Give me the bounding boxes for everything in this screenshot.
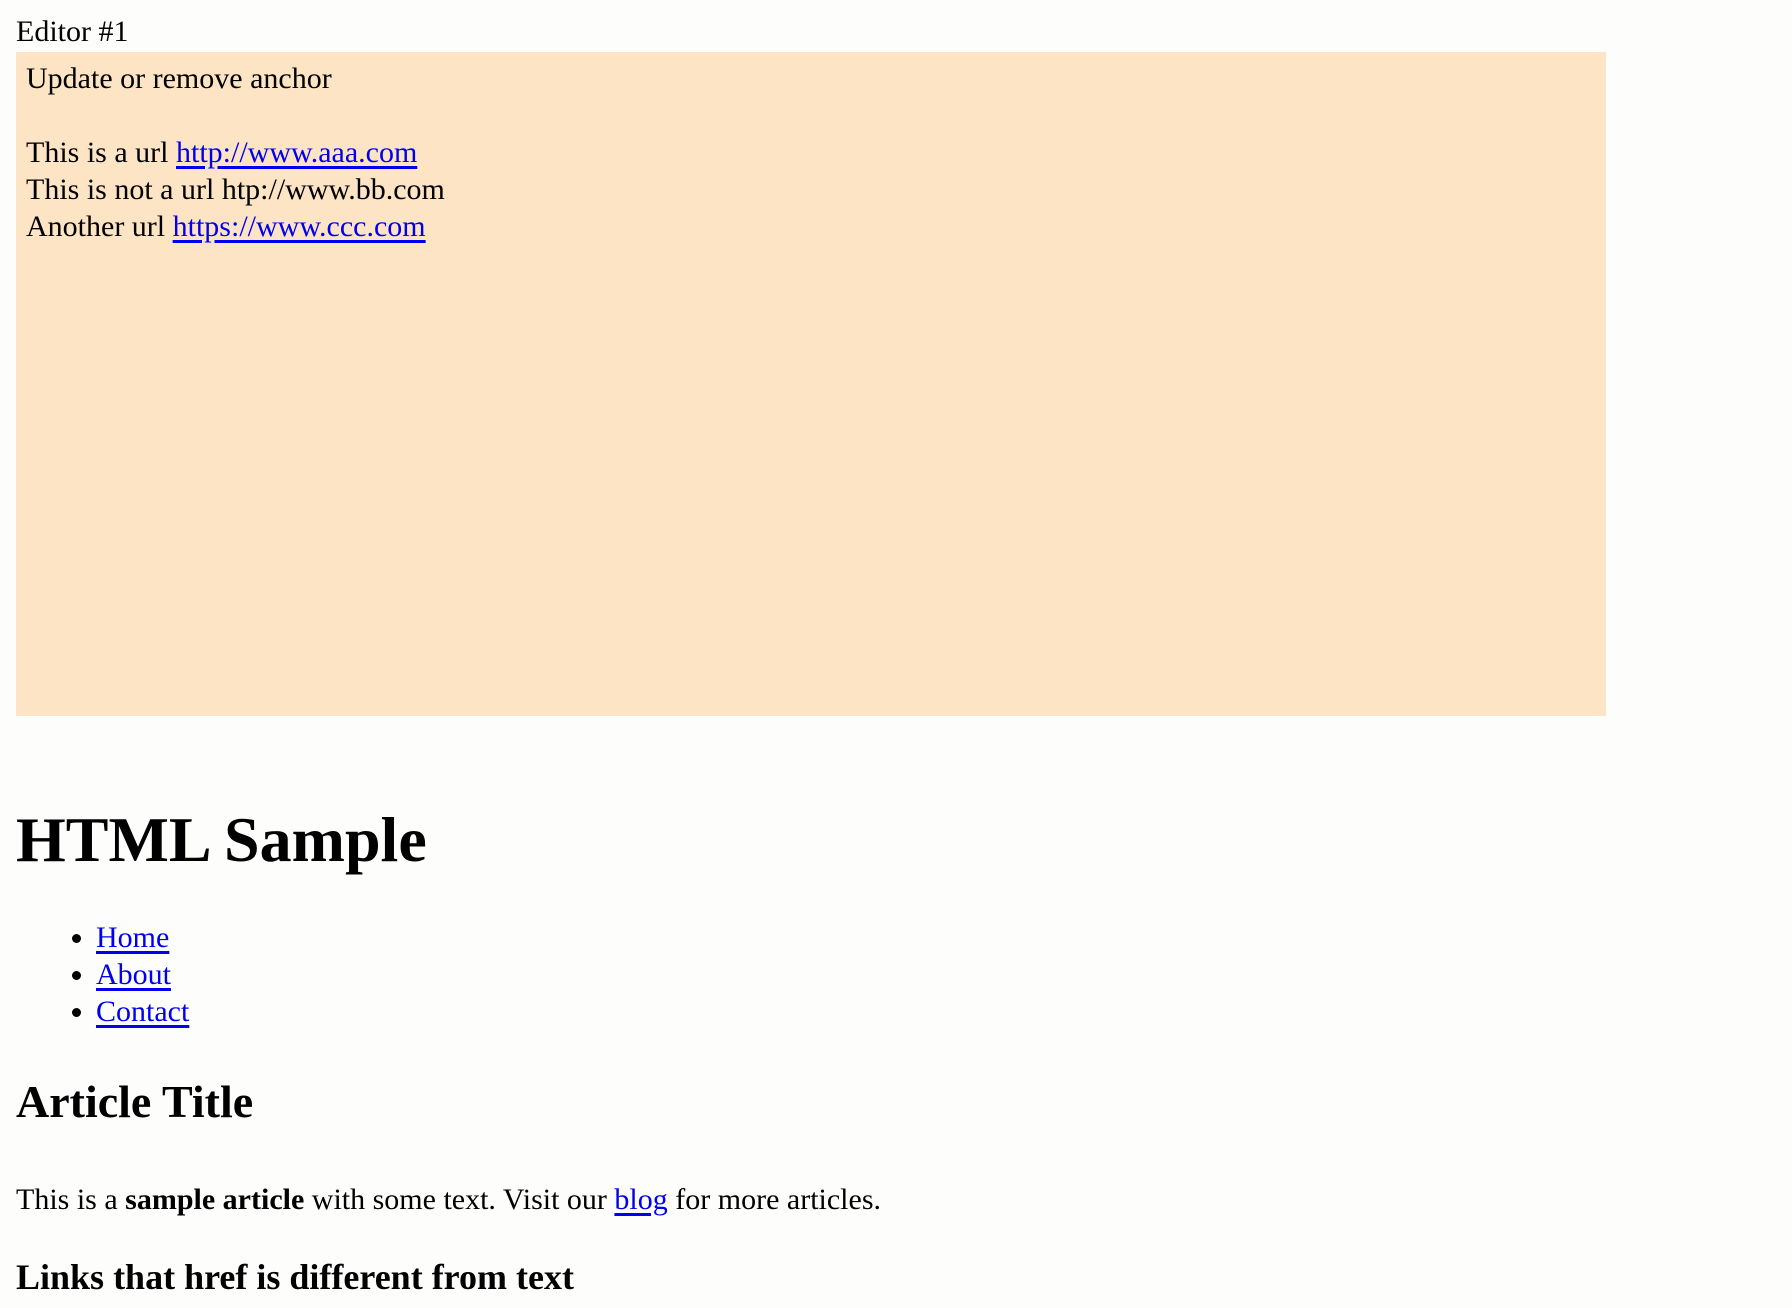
rich-text-editor[interactable]: Update or remove anchor This is a url ht… bbox=[16, 52, 1606, 716]
nav-link-home[interactable]: Home bbox=[96, 921, 169, 954]
editor-text[interactable]: Another url bbox=[26, 210, 173, 243]
nav-link-contact[interactable]: Contact bbox=[96, 995, 189, 1028]
blog-link[interactable]: blog bbox=[614, 1183, 667, 1216]
nav-list: Home About Contact bbox=[16, 919, 189, 1030]
article-text-before: This is a bbox=[16, 1183, 126, 1216]
nav-item-home: Home bbox=[96, 919, 189, 956]
nav-item-about: About bbox=[96, 956, 189, 993]
article-bold-text: sample article bbox=[125, 1183, 305, 1216]
nav-link-about[interactable]: About bbox=[96, 958, 171, 991]
editor-empty-line[interactable] bbox=[26, 97, 1596, 134]
editor-non-url-line[interactable]: This is not a url htp://www.bb.com bbox=[26, 171, 1596, 208]
article-text-after: for more articles. bbox=[667, 1183, 882, 1216]
editor-link-ccc[interactable]: https://www.ccc.com bbox=[173, 210, 426, 243]
editor-label: Editor #1 bbox=[16, 15, 129, 48]
editor-link-aaa[interactable]: http://www.aaa.com bbox=[176, 136, 417, 169]
editor-url-line-1[interactable]: This is a url http://www.aaa.com bbox=[26, 134, 1596, 171]
nav-item-contact: Contact bbox=[96, 993, 189, 1030]
editor-heading-line[interactable]: Update or remove anchor bbox=[26, 60, 1596, 97]
editor-url-line-2[interactable]: Another url https://www.ccc.com bbox=[26, 208, 1596, 245]
editor-text[interactable]: This is a url bbox=[26, 136, 176, 169]
article-title: Article Title bbox=[16, 1076, 254, 1127]
page-title: HTML Sample bbox=[16, 804, 427, 875]
article-paragraph: This is a sample article with some text.… bbox=[16, 1180, 881, 1220]
page: Editor #1 Update or remove anchor This i… bbox=[16, 14, 1776, 1297]
links-subheading: Links that href is different from text bbox=[16, 1257, 574, 1297]
article-text-middle: with some text. Visit our bbox=[304, 1183, 615, 1216]
